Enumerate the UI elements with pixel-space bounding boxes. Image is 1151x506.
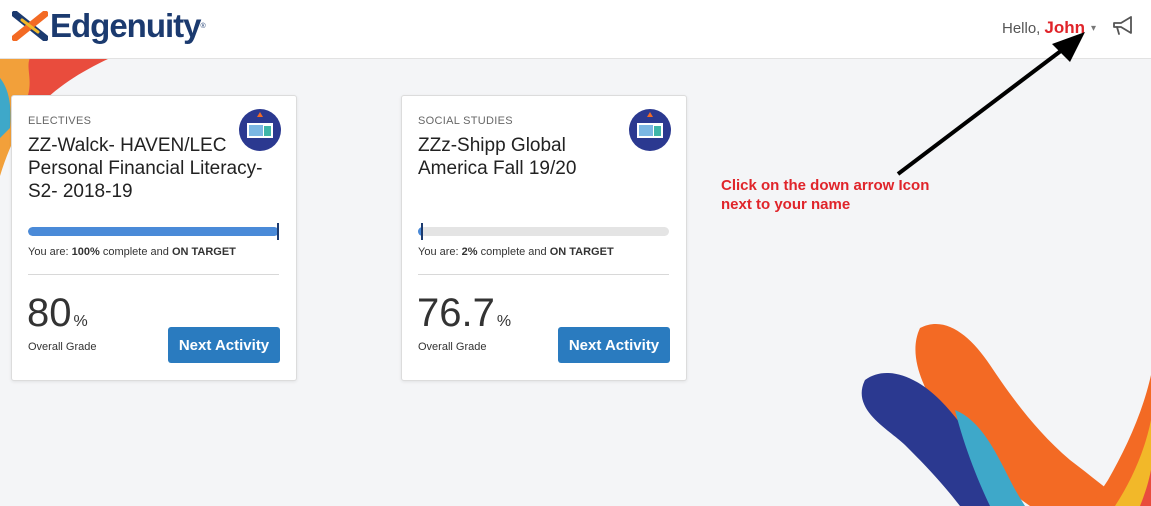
course-subject: SOCIAL STUDIES	[418, 115, 513, 127]
instruction-annotation: Click on the down arrow Icon next to you…	[721, 177, 930, 213]
progress-percent: 100%	[71, 246, 100, 258]
progress-bar-marker	[277, 223, 279, 240]
progress-bar	[418, 227, 669, 236]
course-badge-icon	[629, 109, 671, 151]
progress-bar	[28, 227, 279, 236]
progress-target-status: ON TARGET	[171, 246, 236, 258]
logo-text: Edgenuity	[50, 7, 202, 44]
grade-unit: %	[496, 313, 512, 330]
card-divider	[28, 274, 279, 275]
progress-target-status: ON TARGET	[549, 246, 614, 258]
progress-prefix: You are:	[28, 246, 72, 258]
progress-percent: 2%	[461, 246, 478, 258]
next-activity-button[interactable]: Next Activity	[558, 327, 670, 363]
progress-bar-marker	[421, 223, 424, 240]
overall-grade-value: 76.7%	[417, 292, 511, 343]
overall-grade-value: 80%	[27, 292, 88, 343]
next-activity-button[interactable]: Next Activity	[168, 327, 280, 363]
overall-grade-label: Overall Grade	[28, 341, 97, 353]
card-divider	[418, 274, 669, 275]
progress-mid: complete and	[99, 246, 172, 258]
grade-number: 80	[27, 291, 72, 335]
grade-number: 76.7	[417, 291, 495, 335]
progress-status-text: You are: 2% complete and ON TARGET	[418, 246, 614, 258]
annotation-arrow-icon	[896, 32, 1085, 176]
course-card[interactable]: SOCIAL STUDIES ZZz-Shipp Global America …	[401, 95, 687, 381]
progress-status-text: You are: 100% complete and ON TARGET	[28, 246, 236, 258]
course-subject: ELECTIVES	[28, 115, 92, 127]
decorative-swoosh-bottom-right	[861, 323, 1151, 506]
progress-bar-fill	[28, 227, 279, 236]
megaphone-icon[interactable]	[1111, 15, 1135, 37]
course-card[interactable]: ELECTIVES ZZ-Walck- HAVEN/LEC Personal F…	[11, 95, 297, 381]
edgenuity-logo[interactable]: Edgenuity ®	[12, 6, 206, 46]
overall-grade-label: Overall Grade	[418, 341, 487, 353]
edgenuity-x-logo-icon	[12, 11, 48, 41]
logo-trademark: ®	[200, 22, 206, 30]
progress-mid: complete and	[477, 246, 550, 258]
course-title[interactable]: ZZz-Shipp Global America Fall 19/20	[418, 134, 618, 180]
progress-prefix: You are:	[418, 246, 462, 258]
course-badge-icon	[239, 109, 281, 151]
grade-unit: %	[73, 313, 88, 330]
